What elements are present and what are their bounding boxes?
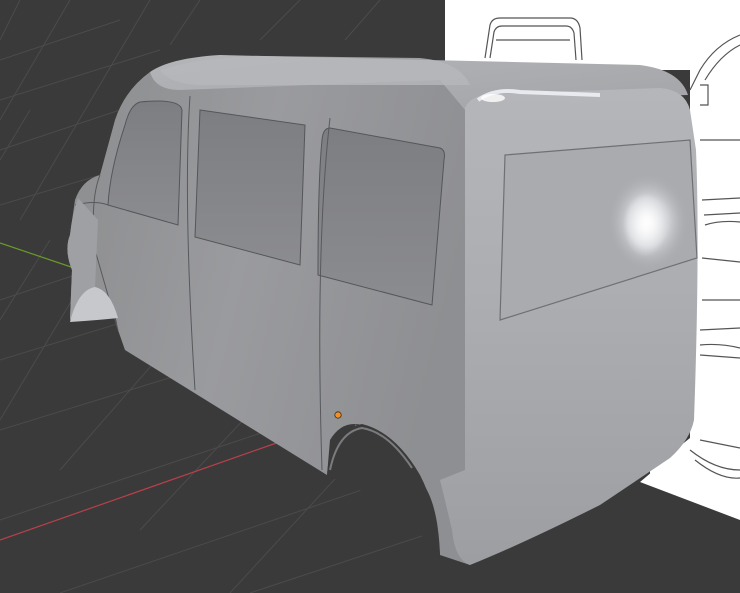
- viewport-canvas[interactable]: [0, 0, 740, 593]
- side-window-rear[interactable]: [317, 127, 445, 306]
- origin-point-icon[interactable]: [334, 411, 342, 419]
- side-window-middle[interactable]: [194, 109, 306, 266]
- 3d-viewport[interactable]: [0, 0, 740, 593]
